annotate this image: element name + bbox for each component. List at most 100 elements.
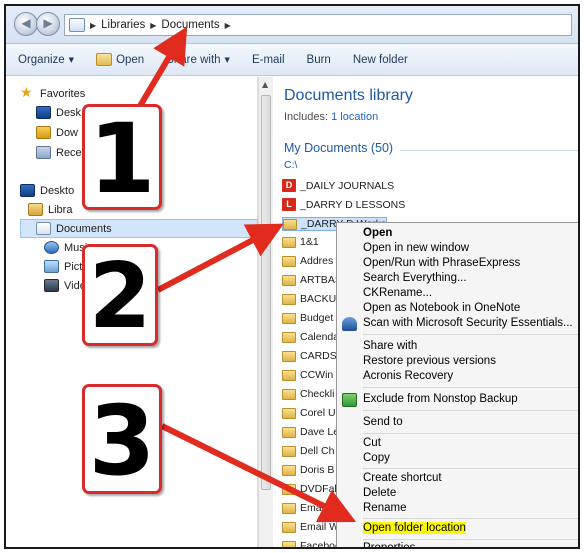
desktop-icon bbox=[20, 184, 35, 197]
list-item-label: Addres bbox=[300, 255, 334, 267]
menu-copy[interactable]: Copy bbox=[361, 451, 578, 466]
list-item[interactable]: Dave Le bbox=[282, 426, 339, 438]
list-item[interactable]: 1&1 bbox=[282, 236, 319, 248]
folder-icon bbox=[283, 218, 297, 230]
nav-downloads[interactable]: Dow bbox=[36, 126, 78, 139]
list-item[interactable]: Checkli bbox=[282, 388, 334, 400]
list-item[interactable]: Doris B bbox=[282, 464, 334, 476]
menu-open-new-window[interactable]: Open in new window bbox=[361, 241, 578, 256]
menu-properties[interactable]: Properties bbox=[361, 541, 578, 547]
new-folder-button[interactable]: New folder bbox=[353, 54, 408, 66]
menu-rename[interactable]: Rename bbox=[361, 501, 578, 516]
list-item[interactable]: Faceboo bbox=[282, 540, 341, 547]
breadcrumb[interactable]: ▶ Libraries ▶ Documents ▶ bbox=[64, 14, 572, 36]
menu-separator bbox=[363, 334, 578, 335]
list-item-label: Budget bbox=[300, 312, 334, 324]
nav-recent[interactable]: Rece bbox=[36, 146, 82, 159]
menu-restore-previous[interactable]: Restore previous versions bbox=[361, 354, 578, 369]
menu-open-onenote[interactable]: Open as Notebook in OneNote bbox=[361, 301, 578, 316]
menu-cut[interactable]: Cut bbox=[361, 436, 578, 451]
folder-icon bbox=[282, 540, 296, 547]
menu-ckrename[interactable]: CKRename... bbox=[361, 286, 578, 301]
callout-2: 2 bbox=[82, 244, 158, 347]
list-item[interactable]: DVDFal bbox=[282, 483, 337, 495]
chevron-right-icon[interactable]: ▶ bbox=[150, 21, 156, 30]
menu-open-folder-location[interactable]: Open folder location bbox=[361, 521, 466, 536]
list-item-label: CCWin bbox=[300, 369, 334, 381]
list-item[interactable]: CCWin bbox=[282, 369, 333, 381]
group-header[interactable]: My Documents (50) bbox=[284, 141, 393, 155]
nav-scrollbar[interactable]: ▲ bbox=[258, 77, 273, 547]
list-item-label: Dell Ch bbox=[300, 445, 335, 457]
documents-icon bbox=[36, 222, 51, 235]
list-item[interactable]: Dell Ch bbox=[282, 445, 334, 457]
list-item[interactable]: Corel U bbox=[282, 407, 336, 419]
breadcrumb-documents[interactable]: Documents bbox=[161, 19, 219, 31]
burn-button[interactable]: Burn bbox=[307, 54, 331, 66]
includes-link[interactable]: 1 location bbox=[331, 111, 378, 123]
nav-libraries-label: Libra bbox=[48, 203, 73, 216]
menu-share-with[interactable]: Share with bbox=[361, 339, 578, 354]
menu-exclude-nonstop-backup[interactable]: Exclude from Nonstop Backup bbox=[361, 392, 578, 407]
menu-search-everything[interactable]: Search Everything... bbox=[361, 271, 578, 286]
library-icon bbox=[69, 18, 85, 32]
recent-places-icon bbox=[36, 146, 51, 159]
open-button[interactable]: Open bbox=[96, 53, 144, 66]
nav-documents[interactable]: Documents bbox=[36, 222, 112, 235]
nav-desktop-root[interactable]: Deskto bbox=[20, 184, 74, 197]
scroll-up-icon[interactable]: ▲ bbox=[262, 80, 268, 89]
menu-open-run-phraseexpress[interactable]: Open/Run with PhraseExpress bbox=[361, 256, 578, 271]
folder-icon bbox=[282, 502, 296, 514]
folder-icon bbox=[282, 331, 296, 343]
list-item[interactable]: CARDS bbox=[282, 350, 337, 362]
new-folder-label: New folder bbox=[352, 53, 408, 66]
share-with-button[interactable]: Share with ▼ bbox=[166, 54, 230, 66]
menu-delete[interactable]: Delete bbox=[361, 486, 578, 501]
list-item[interactable]: L _DARRY D LESSONS bbox=[282, 198, 405, 211]
list-item-label: _DARRY D LESSONS bbox=[300, 198, 406, 211]
folder-icon bbox=[282, 445, 296, 457]
menu-scan-security-essentials[interactable]: Scan with Microsoft Security Essentials.… bbox=[361, 316, 578, 331]
list-item[interactable]: Email W bbox=[282, 521, 339, 533]
list-item[interactable]: Calenda bbox=[282, 331, 339, 343]
menu-acronis-recovery[interactable]: Acronis Recovery bbox=[361, 369, 578, 384]
menu-separator bbox=[363, 518, 578, 519]
list-item[interactable]: Budget bbox=[282, 312, 333, 324]
menu-separator bbox=[363, 387, 578, 388]
menu-create-shortcut[interactable]: Create shortcut bbox=[361, 471, 578, 486]
folder-icon bbox=[282, 312, 296, 324]
screenshot-frame: ◀ ▶ ▶ Libraries ▶ Documents ▶ Organize ▼ … bbox=[0, 0, 584, 553]
nav-desktop[interactable]: Desk bbox=[36, 106, 81, 119]
nav-videos[interactable]: Vide bbox=[44, 279, 86, 292]
folder-icon bbox=[282, 274, 296, 286]
back-button[interactable]: ◀ bbox=[14, 12, 38, 36]
nav-desktop-root-label: Deskto bbox=[40, 184, 75, 197]
nav-favorites[interactable]: ★ Favorites bbox=[20, 86, 86, 100]
chevron-right-icon[interactable]: ▶ bbox=[90, 21, 96, 30]
list-item[interactable]: BACKUI bbox=[282, 293, 339, 305]
folder-icon bbox=[282, 236, 296, 248]
list-item[interactable]: Addres bbox=[282, 255, 333, 267]
nav-downloads-label: Dow bbox=[56, 126, 79, 139]
organize-button[interactable]: Organize ▼ bbox=[18, 54, 74, 66]
list-item[interactable]: D _DAILY JOURNALS bbox=[282, 179, 394, 192]
folder-icon bbox=[282, 388, 296, 400]
group-divider bbox=[400, 150, 578, 151]
menu-open[interactable]: Open bbox=[361, 226, 578, 241]
includes-label: Includes: bbox=[284, 111, 329, 123]
organize-label: Organize bbox=[18, 53, 65, 66]
forward-button[interactable]: ▶ bbox=[36, 12, 60, 36]
breadcrumb-libraries[interactable]: Libraries bbox=[101, 19, 145, 31]
menu-separator bbox=[363, 468, 578, 469]
list-item[interactable]: ARTBAS bbox=[282, 274, 342, 286]
nav-favorites-label: Favorites bbox=[40, 87, 86, 100]
includes-line: Includes: 1 location bbox=[284, 111, 378, 123]
list-item[interactable]: Emai bbox=[282, 502, 324, 514]
chevron-right-icon[interactable]: ▶ bbox=[225, 21, 231, 30]
list-item-label: Corel U bbox=[300, 407, 336, 419]
email-button[interactable]: E-mail bbox=[252, 54, 285, 66]
open-icon bbox=[96, 53, 113, 66]
menu-send-to[interactable]: Send to bbox=[361, 415, 578, 430]
nav-libraries[interactable]: Libra bbox=[28, 203, 72, 216]
scrollbar-thumb[interactable] bbox=[261, 95, 271, 490]
